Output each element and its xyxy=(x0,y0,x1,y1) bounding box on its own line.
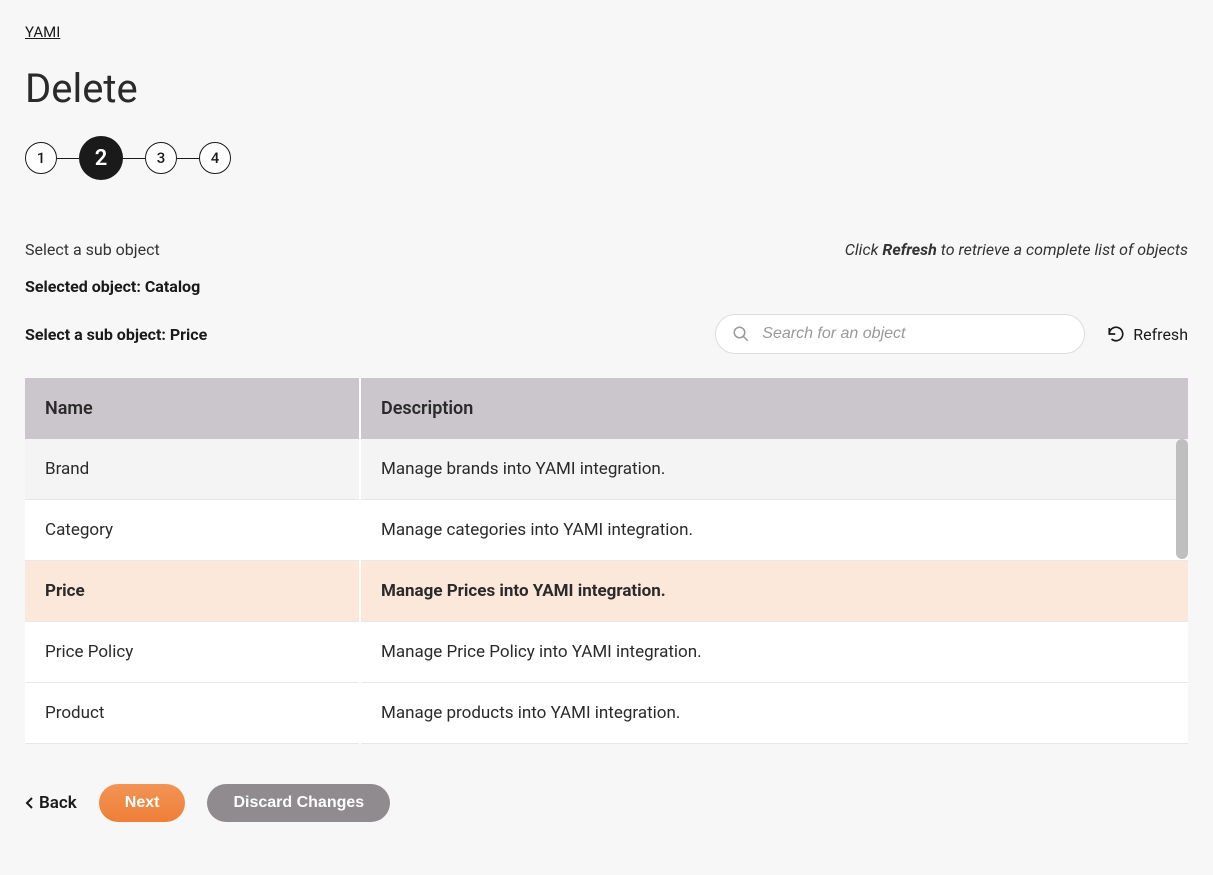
refresh-icon xyxy=(1107,325,1125,343)
hint-bold: Refresh xyxy=(882,240,936,259)
hint-suffix: to retrieve a complete list of objects xyxy=(937,240,1188,259)
subobject-label: Select a sub object: Price xyxy=(25,325,207,344)
page-title: Delete xyxy=(25,65,1188,112)
hint-prefix: Click xyxy=(845,240,883,259)
subobject-label-text: Select a sub object: xyxy=(25,325,170,344)
section-label: Select a sub object xyxy=(25,240,160,259)
step-1[interactable]: 1 xyxy=(25,142,57,174)
cell-name: Price xyxy=(25,561,360,622)
table-row[interactable]: PriceManage Prices into YAMI integration… xyxy=(25,561,1188,622)
next-button[interactable]: Next xyxy=(99,784,186,822)
refresh-label: Refresh xyxy=(1133,325,1188,344)
chevron-left-icon xyxy=(25,796,35,810)
step-3[interactable]: 3 xyxy=(145,142,177,174)
breadcrumb[interactable]: YAMI xyxy=(25,23,60,41)
search-input[interactable] xyxy=(762,325,1068,343)
table-row[interactable]: CategoryManage categories into YAMI inte… xyxy=(25,500,1188,561)
cell-name: Product xyxy=(25,683,360,744)
discard-button[interactable]: Discard Changes xyxy=(207,784,390,822)
step-2[interactable]: 2 xyxy=(79,136,123,180)
hint-text: Click Refresh to retrieve a complete lis… xyxy=(845,240,1188,259)
search-box[interactable] xyxy=(715,314,1085,354)
cell-description: Manage Prices into YAMI integration. xyxy=(360,561,1188,622)
col-description[interactable]: Description xyxy=(360,378,1188,439)
search-icon xyxy=(732,325,750,343)
cell-description: Manage brands into YAMI integration. xyxy=(360,439,1188,500)
object-table: Name Description xyxy=(25,378,1188,439)
selected-object-value: Catalog xyxy=(145,277,200,296)
back-label: Back xyxy=(39,793,77,813)
cell-description: Manage categories into YAMI integration. xyxy=(360,500,1188,561)
cell-description: Manage products into YAMI integration. xyxy=(360,683,1188,744)
cell-description: Manage Price Policy into YAMI integratio… xyxy=(360,622,1188,683)
subobject-value: Price xyxy=(170,325,207,344)
cell-name: Price Policy xyxy=(25,622,360,683)
stepper: 1234 xyxy=(25,136,1188,180)
refresh-button[interactable]: Refresh xyxy=(1107,325,1188,344)
table-row[interactable]: ProductManage products into YAMI integra… xyxy=(25,683,1188,744)
cell-name: Category xyxy=(25,500,360,561)
table-row[interactable]: Price PolicyManage Price Policy into YAM… xyxy=(25,622,1188,683)
table-row[interactable]: BrandManage brands into YAMI integration… xyxy=(25,439,1188,500)
scrollbar[interactable] xyxy=(1176,439,1188,559)
table-wrapper: Name Description BrandManage brands into… xyxy=(25,378,1188,744)
step-connector xyxy=(123,158,145,159)
selected-object-label: Selected object: xyxy=(25,277,145,296)
back-button[interactable]: Back xyxy=(25,793,77,813)
col-name[interactable]: Name xyxy=(25,378,360,439)
step-4[interactable]: 4 xyxy=(199,142,231,174)
step-connector xyxy=(177,158,199,159)
step-connector xyxy=(57,158,79,159)
cell-name: Brand xyxy=(25,439,360,500)
selected-object: Selected object: Catalog xyxy=(25,277,1188,296)
object-table-body: BrandManage brands into YAMI integration… xyxy=(25,439,1188,744)
